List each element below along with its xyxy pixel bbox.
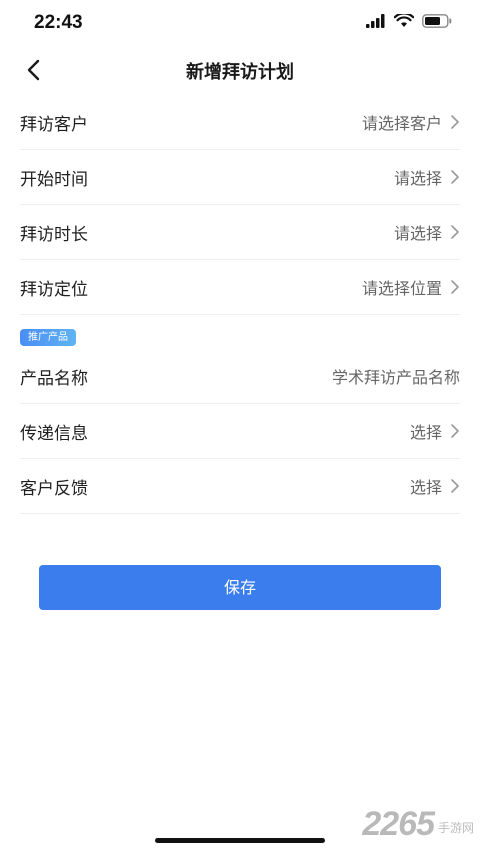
row-label: 传递信息 [20,423,88,444]
status-bar: 22:43 [0,0,480,48]
chevron-right-icon [451,225,459,239]
chevron-right-icon [451,115,459,129]
row-value: 学术拜访产品名称 [331,368,460,387]
battery-icon [422,14,452,28]
row-right: 学术拜访产品名称 [332,364,460,388]
cellular-signal-icon [366,14,385,28]
home-indicator [155,838,325,843]
status-time: 22:43 [34,12,83,33]
page-title: 新增拜访计划 [186,62,294,83]
watermark-text: 手游网 [437,821,474,835]
visit-plan-form: 拜访客户 请选择客户 开始时间 请选择 拜访时长 请选择 拜访定位 请选择位置 … [20,95,460,514]
row-label: 拜访时长 [20,224,88,245]
chevron-right-icon [451,280,459,294]
visit-location-row[interactable]: 拜访定位 请选择位置 [20,260,460,315]
watermark: 2265 手游网 [362,805,474,844]
promoted-products-section: 推广产品 [20,315,460,349]
row-label: 客户反馈 [20,478,88,499]
row-right: 选择 [410,474,460,498]
row-value: 选择 [409,423,442,442]
wifi-icon [394,14,414,27]
row-value: 请选择 [393,224,442,243]
row-right: 选择 [410,419,460,443]
row-right: 请选择位置 [362,275,460,299]
row-label: 拜访定位 [20,279,88,300]
product-name-row[interactable]: 产品名称 学术拜访产品名称 [20,349,460,404]
visit-customer-row[interactable]: 拜访客户 请选择客户 [20,95,460,150]
nav-bar: 新增拜访计划 [0,48,480,92]
row-right: 请选择 [394,220,460,244]
row-value: 请选择客户 [361,114,442,133]
row-right: 请选择 [394,165,460,189]
save-button[interactable]: 保存 [39,565,441,610]
section-tag: 推广产品 [20,329,76,346]
row-value: 请选择位置 [361,279,442,298]
customer-feedback-row[interactable]: 客户反馈 选择 [20,459,460,514]
row-right: 请选择客户 [362,110,460,134]
delivered-info-row[interactable]: 传递信息 选择 [20,404,460,459]
row-label: 拜访客户 [20,114,88,135]
chevron-right-icon [451,170,459,184]
status-icons [366,14,452,28]
visit-duration-row[interactable]: 拜访时长 请选择 [20,205,460,260]
start-time-row[interactable]: 开始时间 请选择 [20,150,460,205]
row-value: 选择 [409,478,442,497]
chevron-right-icon [451,424,459,438]
row-label: 开始时间 [20,169,88,190]
row-value: 请选择 [393,169,442,188]
watermark-number: 2265 [362,805,435,843]
chevron-right-icon [451,479,459,493]
row-label: 产品名称 [20,368,88,389]
